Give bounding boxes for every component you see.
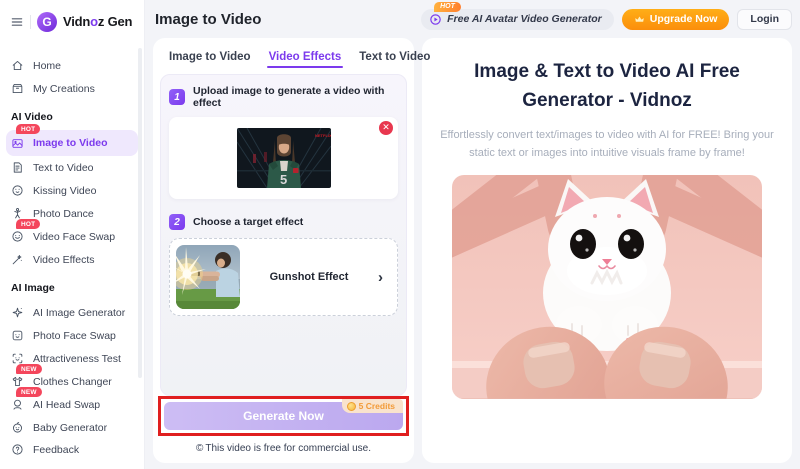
step1-header: 1 Upload image to generate a video with …: [169, 85, 398, 109]
page-title: Image to Video: [155, 10, 262, 28]
hero-subtitle: Effortlessly convert text/images to vide…: [440, 129, 774, 160]
sidebar-item-feedback[interactable]: Feedback: [0, 439, 144, 460]
brand-name[interactable]: Vidnoz Gen: [63, 14, 132, 29]
topbar: Image to Video HOT Free AI Avatar Video …: [145, 0, 800, 36]
effect-name: Gunshot Effect: [269, 271, 349, 283]
sidebar-item-baby-generator[interactable]: Baby Generator: [0, 416, 144, 439]
promo-pill-avatar-generator[interactable]: HOT Free AI Avatar Video Generator: [421, 1, 614, 30]
step2-label: Choose a target effect: [193, 216, 304, 228]
sidebar-item-label: Feedback: [33, 443, 80, 456]
sidebar-item-label: My Creations: [33, 82, 95, 95]
new-badge: NEW: [16, 364, 42, 375]
home-icon: [11, 59, 24, 72]
sidebar-nav: Home My Creations AI Video HOT Image to …: [0, 45, 144, 439]
promo-label: Free AI Avatar Video Generator: [447, 13, 602, 25]
menu-icon[interactable]: [10, 15, 24, 29]
kitten-showcase-image: [452, 175, 762, 400]
sidebar-item-video-effects[interactable]: Video Effects: [0, 248, 144, 271]
upgrade-now-button[interactable]: Upgrade Now: [621, 8, 730, 30]
uploaded-image-thumbnail: NETFLIX 5: [236, 128, 331, 188]
image-to-video-icon: [11, 137, 24, 150]
sidebar-item-label: Baby Generator: [33, 421, 108, 434]
sidebar-item-label: Kissing Video: [33, 184, 97, 197]
sidebar-scrollbar[interactable]: [138, 48, 142, 378]
step2-number-badge: 2: [169, 214, 185, 230]
creations-icon: [11, 82, 24, 95]
hero-title: Image & Text to Video AI Free Generator …: [474, 61, 740, 111]
vidnoz-play-icon: [430, 13, 441, 25]
hero-panel: Image & Text to Video AI Free Generator …: [422, 38, 792, 463]
hot-badge: HOT: [16, 219, 41, 230]
sidebar-item-label: Attractiveness Test: [33, 352, 121, 365]
login-button[interactable]: Login: [737, 8, 792, 30]
sidebar: G Vidnoz Gen Home My Creations AI Video …: [0, 0, 145, 469]
sidebar-item-label: Video Effects: [33, 253, 95, 266]
sidebar-item-ai-image-generator[interactable]: AI Image Generator: [0, 301, 144, 324]
sidebar-item-label: Home: [33, 59, 62, 72]
feedback-icon: [11, 443, 24, 456]
tab-image-to-video[interactable]: Image to Video: [169, 51, 251, 72]
svg-text:5: 5: [280, 172, 287, 187]
sidebar-item-label: Photo Dance: [33, 207, 94, 220]
sidebar-item-label: Video Face Swap: [33, 230, 116, 243]
sidebar-item-label: Text to Video: [33, 161, 94, 174]
vidnoz-logo-icon[interactable]: G: [37, 11, 57, 32]
video-face-swap-icon: [11, 230, 24, 243]
photo-face-swap-icon: [11, 329, 24, 342]
main-area: Image to Video HOT Free AI Avatar Video …: [145, 0, 800, 469]
license-footnote: © This video is free for commercial use.: [196, 443, 371, 454]
generator-tabs: Image to Video Video Effects Text to Vid…: [159, 38, 430, 72]
sidebar-item-image-to-video[interactable]: HOT Image to Video: [6, 124, 138, 157]
sidebar-item-photo-face-swap[interactable]: Photo Face Swap: [0, 324, 144, 347]
app-window: G Vidnoz Gen Home My Creations AI Video …: [0, 0, 800, 469]
sidebar-item-kissing-video[interactable]: Kissing Video: [0, 179, 144, 202]
crown-icon: [634, 16, 644, 22]
sidebar-item-label: Image to Video: [33, 137, 108, 150]
gunshot-effect-thumbnail: [176, 245, 240, 309]
tab-video-effects[interactable]: Video Effects: [266, 51, 343, 72]
text-to-video-icon: [11, 161, 24, 174]
section-title-ai-image: AI Image: [11, 282, 55, 295]
ai-image-generator-icon: [11, 306, 24, 319]
ai-head-swap-icon: [11, 398, 24, 411]
step1-number-badge: 1: [169, 89, 185, 105]
uploaded-image-card[interactable]: NETFLIX 5 ✕: [169, 117, 398, 199]
section-title-ai-video: AI Video: [11, 111, 53, 124]
generator-panel: Image to Video Video Effects Text to Vid…: [153, 38, 430, 463]
step1-label: Upload image to generate a video with ef…: [193, 85, 385, 109]
kissing-video-icon: [11, 184, 24, 197]
credits-badge: 5 Credits: [341, 399, 403, 413]
coin-icon: [346, 401, 356, 411]
sidebar-item-ai-head-swap[interactable]: NEW AI Head Swap: [0, 387, 144, 416]
sidebar-item-label: Clothes Changer: [33, 375, 112, 388]
topbar-actions: HOT Free AI Avatar Video Generator Upgra…: [421, 1, 792, 30]
generate-annotation-highlight: Generate Now 5 Credits: [158, 396, 409, 436]
remove-image-button[interactable]: ✕: [379, 121, 393, 135]
copyright-icon: ©: [196, 443, 204, 454]
new-badge: NEW: [16, 387, 42, 398]
step2-header: 2 Choose a target effect: [169, 214, 398, 230]
chevron-right-icon[interactable]: ›: [378, 269, 383, 286]
video-effects-icon: [11, 253, 24, 266]
sidebar-item-video-face-swap[interactable]: HOT Video Face Swap: [0, 219, 144, 248]
baby-generator-icon: [11, 421, 24, 434]
sidebar-item-my-creations[interactable]: My Creations: [0, 77, 144, 100]
svg-text:NETFLIX: NETFLIX: [315, 133, 331, 138]
steps-container: 1 Upload image to generate a video with …: [160, 74, 407, 396]
sidebar-item-text-to-video[interactable]: Text to Video: [0, 156, 144, 179]
hot-badge: HOT: [434, 1, 461, 12]
sidebar-item-label: AI Image Generator: [33, 306, 126, 319]
sidebar-item-label: AI Head Swap: [33, 398, 101, 411]
sidebar-item-label: Photo Face Swap: [33, 329, 116, 342]
logo-row: G Vidnoz Gen: [0, 10, 144, 33]
effect-selector-card[interactable]: Gunshot Effect ›: [169, 238, 398, 316]
content-panels: Image to Video Video Effects Text to Vid…: [145, 36, 800, 469]
divider: [30, 14, 31, 29]
hot-badge: HOT: [16, 124, 41, 135]
sidebar-item-home[interactable]: Home: [0, 54, 144, 77]
tab-text-to-video[interactable]: Text to Video: [359, 51, 430, 72]
